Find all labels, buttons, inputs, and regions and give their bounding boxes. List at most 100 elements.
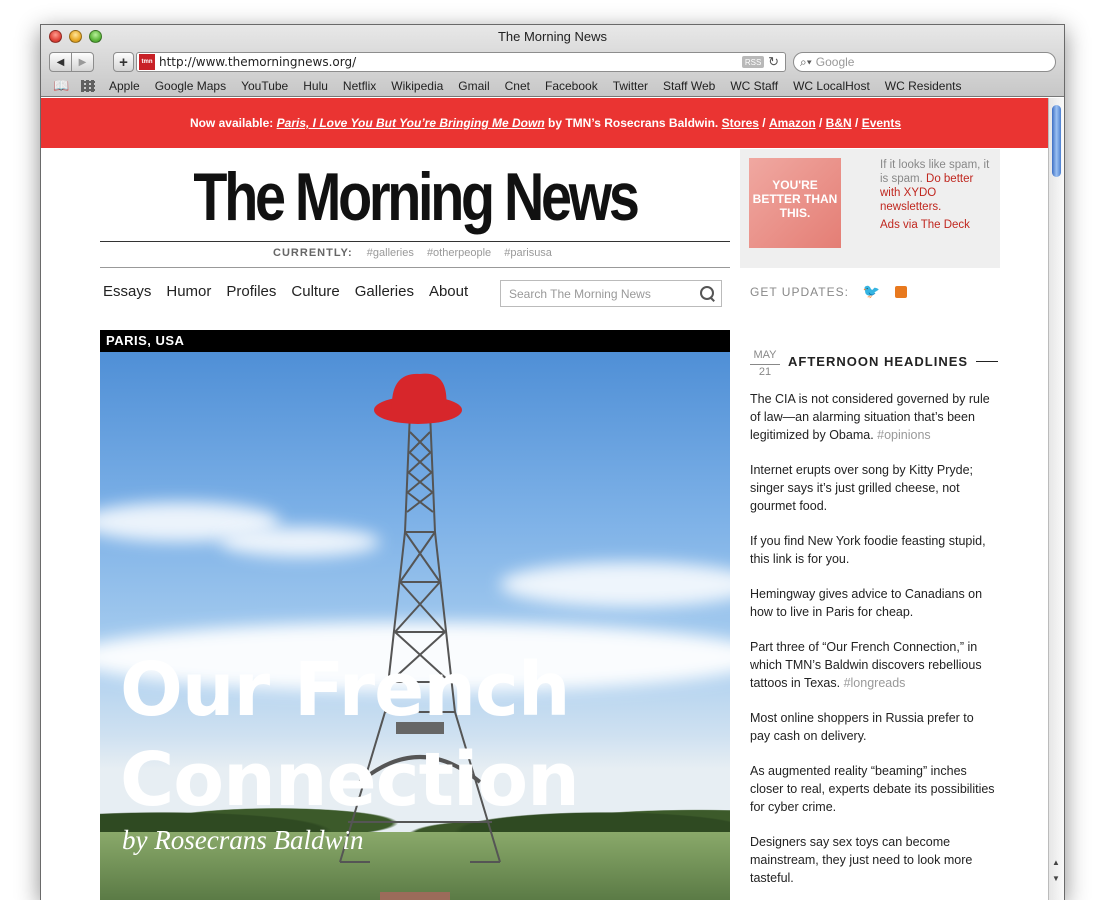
bookmarks-bar: 📖 Apple Google Maps YouTube Hulu Netflix… (41, 77, 1064, 95)
vertical-scrollbar[interactable]: ▲ ▼ (1048, 98, 1064, 900)
headline-text[interactable]: The CIA is not considered governed by ru… (750, 392, 990, 442)
site-favicon: tmn (139, 54, 155, 70)
headline-text[interactable]: Internet erupts over song by Kitty Pryde… (750, 463, 973, 513)
banner-prefix: Now available: (189, 116, 277, 130)
banner-separator: / (851, 116, 862, 130)
date-month: MAY (753, 349, 777, 361)
twitter-icon[interactable]: 🐦 (863, 283, 881, 300)
headline-text[interactable]: Most online shoppers in Russia prefer to… (750, 711, 974, 743)
headline-text[interactable]: If you find New York foodie feasting stu… (750, 534, 986, 566)
headline-item[interactable]: If you find New York foodie feasting stu… (750, 532, 995, 568)
back-arrow-icon: ◀ (56, 56, 65, 68)
feature-headline-line1[interactable]: Our French (120, 645, 579, 735)
bookmark-wikipedia[interactable]: Wikipedia (391, 79, 443, 93)
bookmark-wc-residents[interactable]: WC Residents (885, 79, 962, 93)
banner-link-amazon[interactable]: Amazon (769, 116, 816, 130)
banner-book-link[interactable]: Paris, I Love You But You’re Bringing Me… (277, 116, 545, 130)
nav-galleries[interactable]: Galleries (355, 283, 414, 300)
headline-text[interactable]: As augmented reality “beaming” inches cl… (750, 764, 995, 814)
address-bar[interactable]: tmn http://www.themorningnews.org/ RSS ↻ (136, 52, 786, 72)
nav-culture[interactable]: Culture (291, 283, 339, 300)
headline-item[interactable]: Hemingway gives advice to Canadians on h… (750, 585, 995, 621)
scroll-up-arrow-icon[interactable]: ▲ (1052, 858, 1060, 867)
scroll-down-arrow-icon[interactable]: ▼ (1052, 874, 1060, 883)
headline-tag[interactable]: #longreads (844, 676, 906, 690)
headline-item[interactable]: As augmented reality “beaming” inches cl… (750, 762, 995, 816)
banner-separator: / (758, 116, 769, 130)
bookmark-netflix[interactable]: Netflix (343, 79, 376, 93)
browser-search-placeholder: Google (815, 55, 855, 69)
browser-window: The Morning News ◀ ▶ + tmn http://www.th… (40, 24, 1065, 900)
ads-via-link[interactable]: Ads via The Deck (880, 219, 970, 231)
headline-text[interactable]: Hemingway gives advice to Canadians on h… (750, 587, 982, 619)
bookmark-twitter[interactable]: Twitter (613, 79, 648, 93)
cowboy-hat-icon (374, 373, 462, 424)
bookmark-wc-staff[interactable]: WC Staff (730, 79, 778, 93)
headline-item[interactable]: Part three of “Our French Connection,” i… (750, 638, 995, 692)
headline-text[interactable]: Designers say sex toys can become mainst… (750, 835, 972, 885)
top-sites-grid-icon[interactable] (81, 80, 95, 92)
sidebar-ad[interactable]: YOU'RE BETTER THAN THIS. If it looks lik… (740, 149, 1000, 268)
window-title: The Morning News (497, 29, 608, 44)
bookmark-wc-localhost[interactable]: WC LocalHost (793, 79, 870, 93)
currently-label: CURRENTLY: (273, 247, 353, 259)
ad-text[interactable]: If it looks like spam, it is spam. Do be… (880, 158, 995, 214)
nav-humor[interactable]: Humor (166, 283, 211, 300)
browser-chrome: The Morning News ◀ ▶ + tmn http://www.th… (41, 25, 1064, 97)
feature-kicker: PARIS, USA (100, 330, 730, 352)
bookmark-apple[interactable]: Apple (109, 79, 140, 93)
currently-tag-otherpeople[interactable]: #otherpeople (427, 247, 491, 259)
headline-item[interactable]: Internet erupts over song by Kitty Pryde… (750, 461, 995, 515)
headline-tag[interactable]: #opinions (877, 428, 931, 442)
banner-link-bn[interactable]: B&N (826, 116, 852, 130)
headline-item[interactable]: The CIA is not considered governed by ru… (750, 390, 995, 444)
feature-headline-line2[interactable]: Connection (120, 735, 580, 825)
scrollbar-thumb[interactable] (1052, 105, 1061, 177)
headlines-title: AFTERNOON HEADLINES (788, 354, 998, 369)
masthead-rule (100, 241, 730, 242)
nav-essays[interactable]: Essays (103, 283, 151, 300)
forward-arrow-icon: ▶ (78, 56, 87, 68)
banner-separator: / (815, 116, 826, 130)
get-updates: GET UPDATES: 🐦 (750, 283, 908, 300)
site-search-input[interactable]: Search The Morning News (500, 280, 722, 307)
forward-button[interactable]: ▶ (71, 52, 94, 72)
url-text[interactable]: http://www.themorningnews.org/ (159, 55, 742, 69)
search-icon[interactable] (699, 285, 715, 301)
promo-banner: Now available: Paris, I Love You But You… (41, 98, 1050, 148)
site-search-placeholder: Search The Morning News (509, 286, 651, 301)
bookmarks-book-icon[interactable]: 📖 (53, 78, 71, 94)
headline-item[interactable]: Most online shoppers in Russia prefer to… (750, 709, 995, 745)
nav-profiles[interactable]: Profiles (226, 283, 276, 300)
bookmark-youtube[interactable]: YouTube (241, 79, 288, 93)
bookmark-google-maps[interactable]: Google Maps (155, 79, 226, 93)
banner-link-events[interactable]: Events (862, 116, 901, 130)
reload-icon[interactable]: ↻ (768, 54, 779, 70)
nav-rule (100, 267, 730, 268)
feature-headline[interactable]: Our French Connection (120, 645, 580, 825)
banner-link-stores[interactable]: Stores (722, 116, 759, 130)
plus-icon: + (119, 53, 128, 71)
banner-middle: by TMN’s Rosecrans Baldwin. (544, 116, 722, 130)
bookmark-hulu[interactable]: Hulu (303, 79, 328, 93)
currently-tag-galleries[interactable]: #galleries (367, 247, 414, 259)
bookmark-cnet[interactable]: Cnet (505, 79, 530, 93)
back-button[interactable]: ◀ (49, 52, 72, 72)
main-nav: Essays Humor Profiles Culture Galleries … (103, 283, 483, 300)
site-logo[interactable]: The Morning News (157, 152, 674, 242)
rss-icon[interactable] (895, 285, 908, 298)
search-icon: ⌕▾ (800, 54, 812, 69)
headline-item[interactable]: Designers say sex toys can become mainst… (750, 833, 995, 887)
feature-story[interactable]: PARIS, USA Our French Connection by Rose… (100, 330, 730, 900)
add-bookmark-button[interactable]: + (113, 52, 134, 72)
rss-button[interactable]: RSS (742, 56, 765, 68)
bookmark-gmail[interactable]: Gmail (458, 79, 489, 93)
currently-tag-parisusa[interactable]: #parisusa (504, 247, 552, 259)
feature-byline: by Rosecrans Baldwin (122, 825, 364, 855)
bookmark-staff-web[interactable]: Staff Web (663, 79, 715, 93)
browser-search-field[interactable]: ⌕▾ Google (793, 52, 1056, 72)
nav-about[interactable]: About (429, 283, 468, 300)
bookmark-facebook[interactable]: Facebook (545, 79, 598, 93)
ad-image[interactable]: YOU'RE BETTER THAN THIS. (749, 158, 841, 248)
headlines-list: The CIA is not considered governed by ru… (750, 390, 995, 900)
